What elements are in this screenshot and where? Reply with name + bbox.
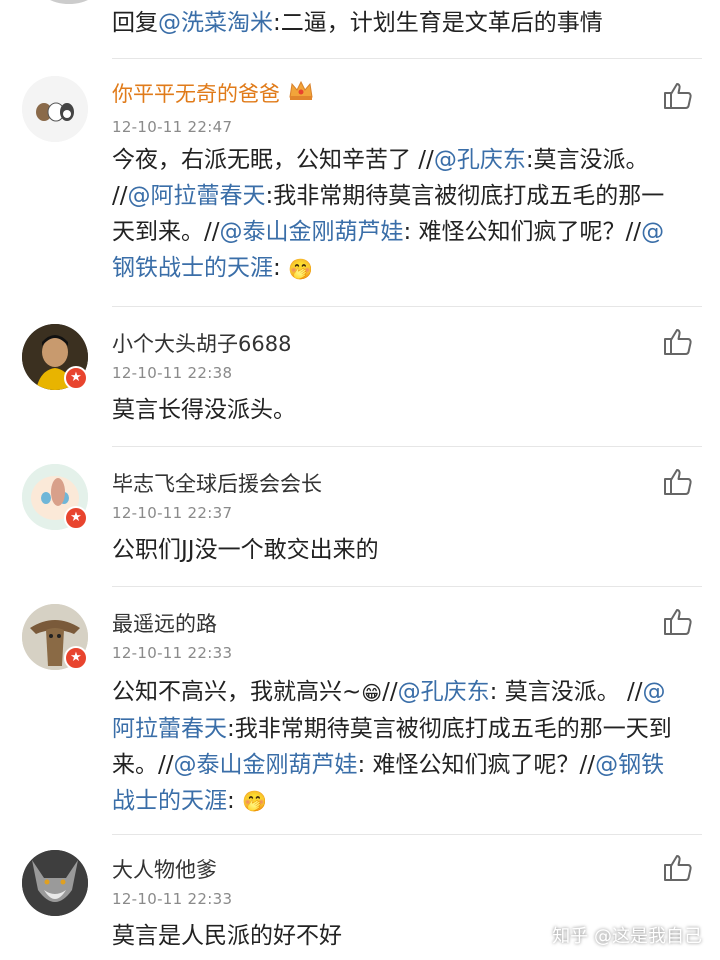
thumbs-up-icon[interactable] [662,606,694,638]
verified-badge-icon: ★ [64,366,88,390]
mention-link[interactable]: @洗菜淘米 [158,10,273,36]
mention-link[interactable]: @孔庆东 [434,147,526,173]
thumbs-up-icon[interactable] [662,852,694,884]
mention-link[interactable]: @孔庆东 [398,679,490,705]
comment-item: ★ 最遥远的路 12-10-11 22:33 公知不高兴，我就高兴~😁//@孔庆… [0,586,720,834]
mention-link[interactable]: @阿拉蕾春天 [128,183,266,209]
mention-link[interactable]: @泰山金刚葫芦娃 [220,219,404,245]
thumbs-up-icon[interactable] [662,326,694,358]
avatar-image [22,850,88,916]
vip-crown-icon [288,79,314,106]
comment-text: 莫言长得没派头。 [112,397,296,423]
verified-badge-icon: ★ [64,646,88,670]
avatar[interactable] [36,0,102,4]
emoji: 🤭 [242,789,267,813]
timestamp: 12-10-11 22:37 [112,504,233,522]
avatar-image [22,76,88,142]
avatar[interactable] [22,76,88,142]
partial-reply: 回复@洗菜淘米:二逼，计划生育是文革后的事情 [0,0,720,58]
comment-text: 今夜，右派无眠，公知辛苦了 //@孔庆东:莫言没派。 //@阿拉蕾春天:我非常期… [112,142,682,287]
comment-text: 公职们JJ没一个敢交出来的 [112,537,379,563]
comment-item: 你平平无奇的爸爸 12-10-11 22:47 今夜，右派无眠，公知辛苦了 //… [0,58,720,306]
comment-item: ★ 小个大头胡子6688 12-10-11 22:38 莫言长得没派头。 [0,306,720,446]
watermark: 知乎 @这是我自己 [552,926,702,947]
thumbs-up-icon[interactable] [662,80,694,112]
reply-text: 回复@洗菜淘米:二逼，计划生育是文革后的事情 [112,10,603,36]
verified-badge-icon: ★ [64,506,88,530]
emoji: 😁 [361,680,383,705]
avatar[interactable] [22,850,88,916]
comment-text: 公知不高兴，我就高兴~😁//@孔庆东: 莫言没派。 //@阿拉蕾春天:我非常期待… [112,674,682,819]
timestamp: 12-10-11 22:33 [112,644,233,662]
username[interactable]: 毕志飞全球后援会会长 [112,468,322,498]
thumbs-up-icon[interactable] [662,466,694,498]
emoji: 🤭 [288,256,313,281]
timestamp: 12-10-11 22:33 [112,890,233,908]
username[interactable]: 小个大头胡子6688 [112,328,291,358]
username[interactable]: 你平平无奇的爸爸 [112,78,314,108]
timestamp: 12-10-11 22:38 [112,364,233,382]
mention-link[interactable]: @泰山金刚葫芦娃 [174,752,358,778]
timestamp: 12-10-11 22:47 [112,118,233,136]
username[interactable]: 最遥远的路 [112,608,217,638]
username[interactable]: 大人物他爹 [112,854,217,884]
comment-item: ★ 毕志飞全球后援会会长 12-10-11 22:37 公职们JJ没一个敢交出来… [0,446,720,586]
